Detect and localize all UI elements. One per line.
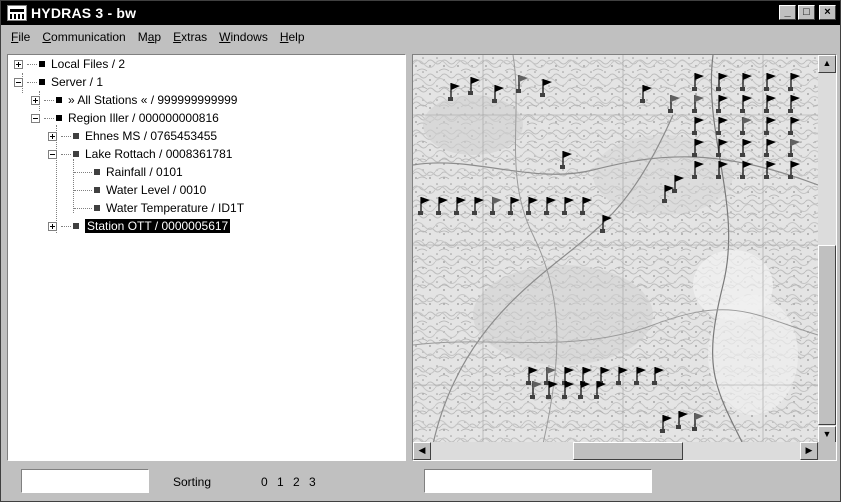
sorting-label: Sorting [173, 475, 212, 489]
menu-extras[interactable]: Extras [167, 30, 213, 44]
menu-map[interactable]: Map [132, 30, 167, 44]
menu-bar: File Communication Map Extras Windows He… [1, 25, 840, 49]
collapse-icon[interactable] [14, 77, 23, 87]
tree-item-all-stations[interactable]: » All Stations « / 999999999999 [31, 91, 237, 109]
status-input-right[interactable] [424, 469, 652, 493]
tree-item-water-temperature[interactable]: Water Temperature / ID1T [74, 199, 244, 217]
horizontal-scroll-thumb[interactable] [573, 442, 683, 460]
scrollbar-corner [818, 442, 836, 460]
vertical-scroll-thumb[interactable] [818, 245, 836, 425]
tree-item-station-ott[interactable]: Station OTT / 0000005617 [48, 217, 231, 235]
status-bar-left: Sorting 0 1 2 3 [7, 463, 406, 499]
tree-item-server[interactable]: Server / 1 [14, 73, 103, 91]
title-bar[interactable]: HYDRAS 3 - bw _ □ × [1, 1, 840, 25]
expand-icon[interactable] [31, 95, 40, 105]
group-icon [56, 115, 62, 121]
sensor-icon [94, 187, 100, 193]
expand-icon[interactable] [48, 131, 57, 141]
tree-label-selected: Station OTT / 0000005617 [85, 219, 231, 233]
station-icon [73, 151, 79, 157]
tree-item-rainfall[interactable]: Rainfall / 0101 [74, 163, 183, 181]
map-pane[interactable]: ▲ ▼ ◀ ▶ [412, 54, 837, 461]
station-icon [73, 133, 79, 139]
maximize-button[interactable]: □ [798, 5, 815, 20]
status-bar-right [412, 463, 837, 499]
status-input-left[interactable] [21, 469, 149, 493]
station-tree-pane[interactable]: Local Files / 2 Server / 1 » All Station… [7, 54, 406, 461]
menu-file[interactable]: File [5, 30, 36, 44]
scroll-right-icon[interactable]: ▶ [800, 442, 818, 460]
collapse-icon[interactable] [31, 113, 40, 123]
map-vertical-scrollbar[interactable]: ▲ ▼ [818, 55, 836, 444]
scroll-left-icon[interactable]: ◀ [413, 442, 431, 460]
tree-label: Water Level / 0010 [106, 183, 207, 197]
tree-label: Rainfall / 0101 [106, 165, 183, 179]
tree-item-lake-rottach[interactable]: Lake Rottach / 0008361781 [48, 145, 232, 163]
sensor-icon [94, 205, 100, 211]
tree-label: » All Stations « / 999999999999 [68, 93, 238, 107]
folder-icon [39, 61, 45, 67]
sensor-icon [94, 169, 100, 175]
tree-label: Water Temperature / ID1T [106, 201, 245, 215]
map-view[interactable] [413, 55, 818, 444]
window-controls: _ □ × [779, 5, 836, 20]
tree-label: Ehnes MS / 0765453455 [85, 129, 218, 143]
ott-logo-icon[interactable] [7, 5, 27, 21]
window-title: HYDRAS 3 - bw [31, 5, 137, 21]
sort-option-1[interactable]: 1 [277, 475, 284, 489]
menu-communication[interactable]: Communication [36, 30, 131, 44]
tree-label: Local Files / 2 [51, 57, 126, 71]
station-icon [73, 223, 79, 229]
sort-option-2[interactable]: 2 [293, 475, 300, 489]
main-window: HYDRAS 3 - bw _ □ × File Communication M… [0, 0, 841, 502]
tree-label: Server / 1 [51, 75, 104, 89]
tree-item-water-level[interactable]: Water Level / 0010 [74, 181, 206, 199]
topographic-map[interactable] [413, 55, 818, 444]
server-icon [39, 79, 45, 85]
tree-label: Region Iller / 000000000816 [68, 111, 219, 125]
collapse-icon[interactable] [48, 149, 57, 159]
expand-icon[interactable] [14, 59, 23, 69]
station-tree: Local Files / 2 Server / 1 » All Station… [8, 55, 405, 460]
menu-windows[interactable]: Windows [213, 30, 274, 44]
map-horizontal-scrollbar[interactable]: ◀ ▶ [413, 442, 818, 460]
scroll-up-icon[interactable]: ▲ [818, 55, 836, 73]
tree-label: Lake Rottach / 0008361781 [85, 147, 233, 161]
sort-option-3[interactable]: 3 [309, 475, 316, 489]
menu-help[interactable]: Help [274, 30, 311, 44]
expand-icon[interactable] [48, 221, 57, 231]
tree-item-region-iller[interactable]: Region Iller / 000000000816 [31, 109, 219, 127]
close-button[interactable]: × [819, 5, 836, 20]
minimize-button[interactable]: _ [779, 5, 796, 20]
tree-item-ehnes-ms[interactable]: Ehnes MS / 0765453455 [48, 127, 217, 145]
sort-option-0[interactable]: 0 [261, 475, 268, 489]
tree-item-local-files[interactable]: Local Files / 2 [14, 55, 125, 73]
group-icon [56, 97, 62, 103]
